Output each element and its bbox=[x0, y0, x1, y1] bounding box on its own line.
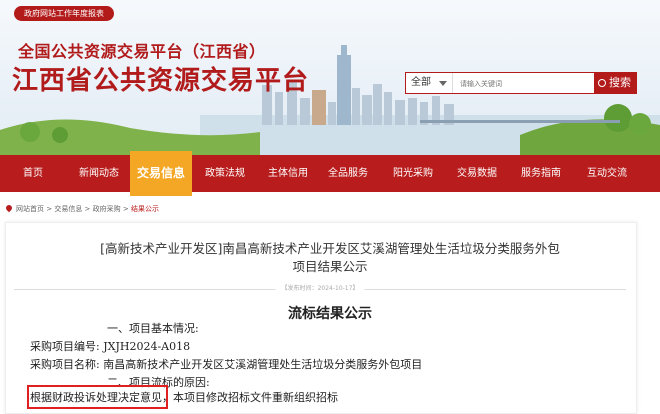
project-number-line: 采购项目编号: JXJH2024-A018 bbox=[30, 340, 190, 354]
article-title-line2: 项目结果公示 bbox=[292, 259, 368, 274]
site-logo-subtitle: 全国公共资源交易平台（江西省） bbox=[18, 42, 266, 61]
reason-rest-text: 本项目修改招标文件重新组织招标 bbox=[173, 391, 338, 404]
search-button-label: 搜索 bbox=[609, 76, 631, 89]
search-input[interactable] bbox=[458, 74, 592, 94]
nav-item-credit[interactable]: 主体信用 bbox=[258, 155, 318, 192]
document-heading: 流标结果公示 bbox=[288, 306, 372, 322]
search-button[interactable]: 搜索 bbox=[594, 73, 636, 93]
article-title: [高新技术产业开发区]南昌高新技术产业开发区艾溪湖管理处生活垃圾分类服务外包 项… bbox=[0, 240, 660, 276]
nav-item-news[interactable]: 新闻动态 bbox=[66, 155, 132, 192]
search-bar: 全部 搜索 bbox=[405, 72, 637, 94]
highlight-box bbox=[27, 385, 168, 409]
project-number-value: JXJH2024-A018 bbox=[103, 340, 191, 353]
nav-item-policy[interactable]: 政策法规 bbox=[192, 155, 258, 192]
main-nav: 首页 新闻动态 交易信息 政策法规 主体信用 全品服务 阳光采购 交易数据 服务… bbox=[0, 151, 660, 196]
project-name-value: 南昌高新技术产业开发区艾溪湖管理处生活垃圾分类服务外包项目 bbox=[103, 358, 423, 371]
nav-item-procurement[interactable]: 阳光采购 bbox=[378, 155, 448, 192]
section1-heading: 一、项目基本情况: bbox=[107, 322, 199, 335]
annual-report-tag[interactable]: 政府网站工作年度报表 bbox=[14, 6, 114, 21]
publish-date-row: 【发布时间：2024-10-17】 bbox=[14, 285, 626, 293]
location-pin-icon bbox=[4, 203, 14, 213]
breadcrumb-procurement[interactable]: 政府采购 bbox=[93, 205, 121, 213]
chevron-down-icon bbox=[439, 81, 447, 86]
nav-item-services[interactable]: 全品服务 bbox=[318, 155, 378, 192]
breadcrumb: 网站首页 > 交易信息 > 政府采购 > 结果公示 bbox=[4, 203, 159, 215]
nav-item-home[interactable]: 首页 bbox=[0, 155, 66, 192]
site-logo-title: 江西省公共资源交易平台 bbox=[12, 66, 310, 96]
nav-item-guide[interactable]: 服务指南 bbox=[506, 155, 576, 192]
project-number-label: 采购项目编号: bbox=[30, 340, 100, 353]
breadcrumb-home[interactable]: 网站首页 bbox=[16, 205, 44, 213]
search-scope-value: 全部 bbox=[411, 77, 431, 88]
publish-date: 【发布时间：2024-10-17】 bbox=[275, 285, 365, 293]
search-scope-select[interactable]: 全部 bbox=[406, 73, 453, 93]
breadcrumb-current: 结果公示 bbox=[130, 205, 159, 213]
nav-item-trade-info[interactable]: 交易信息 bbox=[130, 151, 192, 196]
project-name-line: 采购项目名称: 南昌高新技术产业开发区艾溪湖管理处生活垃圾分类服务外包项目 bbox=[30, 358, 422, 372]
site-header: 政府网站工作年度报表 全国公共资源交易平台（江西省） 江西省公共资源交易平台 全… bbox=[0, 0, 660, 155]
breadcrumb-trade-info[interactable]: 交易信息 bbox=[54, 205, 82, 213]
nav-item-data[interactable]: 交易数据 bbox=[448, 155, 506, 192]
search-icon bbox=[598, 79, 606, 87]
nav-item-interaction[interactable]: 互动交流 bbox=[576, 155, 638, 192]
article-title-line1: [高新技术产业开发区]南昌高新技术产业开发区艾溪湖管理处生活垃圾分类服务外包 bbox=[100, 241, 560, 256]
project-name-label: 采购项目名称: bbox=[30, 358, 100, 371]
